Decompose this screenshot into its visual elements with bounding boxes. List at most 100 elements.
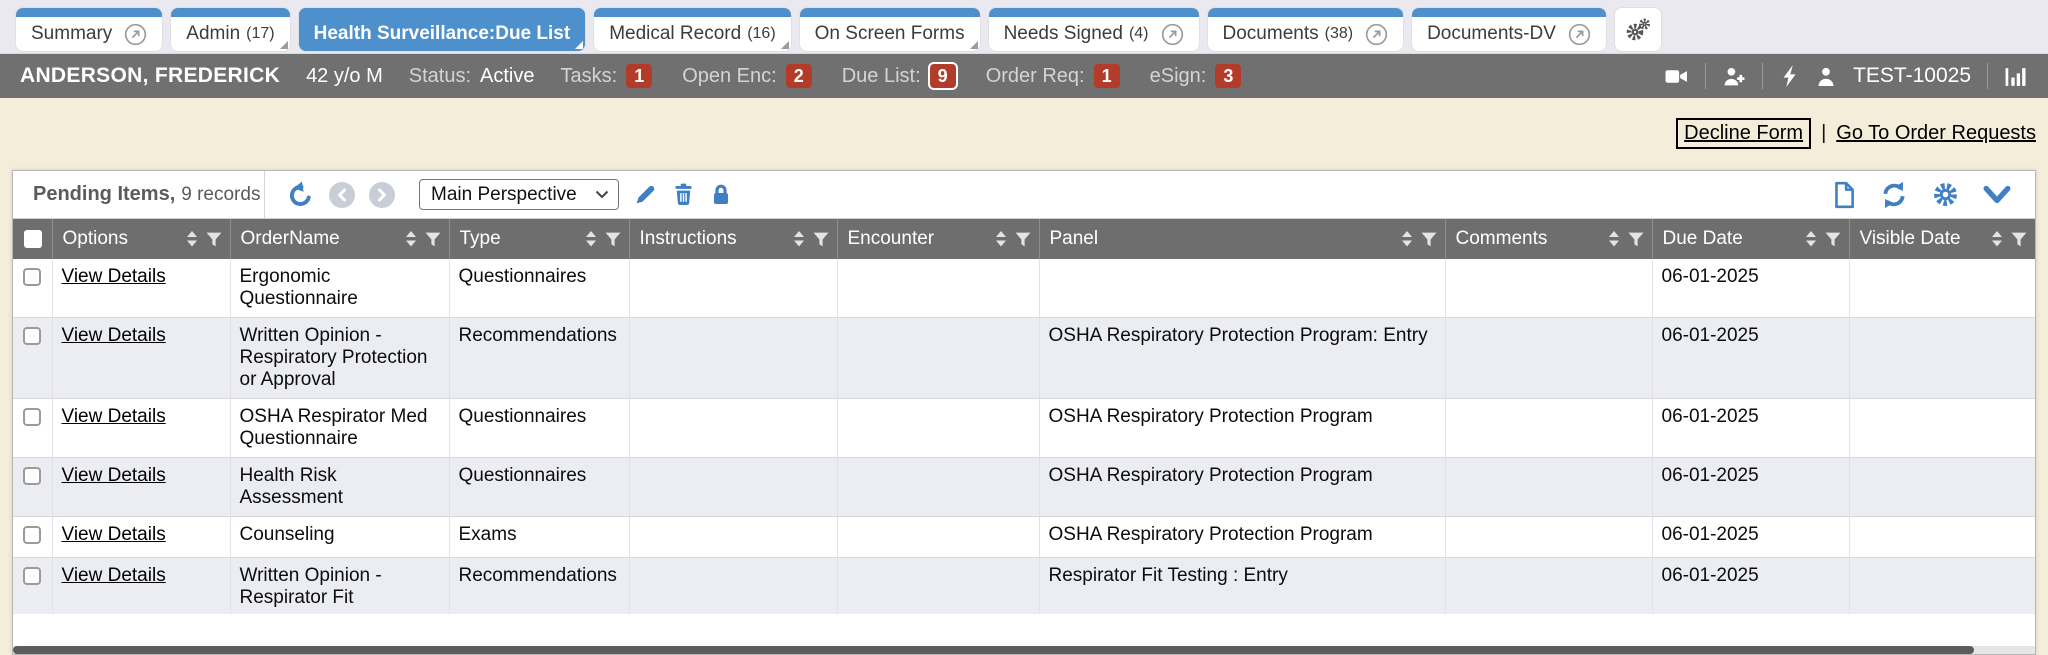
filter-icon[interactable]: [1628, 232, 1644, 247]
filter-icon[interactable]: [425, 232, 441, 247]
table-row: View Details Written Opinion - Respirato…: [13, 318, 2035, 399]
sort-icon[interactable]: [1608, 231, 1620, 247]
sort-icon[interactable]: [585, 231, 597, 247]
next-icon[interactable]: [369, 182, 395, 208]
view-details-link[interactable]: View Details: [62, 325, 166, 346]
new-page-icon[interactable]: [1832, 181, 1856, 209]
panel-cell: OSHA Respiratory Protection Program: [1039, 517, 1445, 558]
patient-counters: Tasks: 1 Open Enc: 2 Due List: 9 Order R…: [561, 64, 1242, 88]
perspective-select[interactable]: Main Perspective: [419, 179, 619, 210]
tab[interactable]: Needs Signed (4): [989, 8, 1199, 51]
chevron-down-icon[interactable]: [1983, 185, 2011, 205]
col-visible-date[interactable]: Visible Date: [1849, 219, 2035, 259]
col-options[interactable]: Options: [52, 219, 230, 259]
view-details-link[interactable]: View Details: [62, 406, 166, 427]
col-instructions[interactable]: Instructions: [629, 219, 837, 259]
sort-icon[interactable]: [1805, 231, 1817, 247]
col-encounter[interactable]: Encounter: [837, 219, 1039, 259]
decline-form-link[interactable]: Decline Form: [1684, 122, 1803, 144]
sort-icon[interactable]: [1991, 231, 2003, 247]
panel-cell: OSHA Respiratory Protection Program: [1039, 458, 1445, 517]
filter-icon[interactable]: [2011, 232, 2027, 247]
filter-icon[interactable]: [1825, 232, 1841, 247]
comments-cell: [1445, 318, 1652, 399]
visible-date-cell: [1849, 259, 2035, 318]
patient-counter[interactable]: Due List: 9: [842, 64, 956, 88]
encounter-cell: [837, 318, 1039, 399]
lock-icon[interactable]: [709, 182, 733, 207]
col-comments[interactable]: Comments: [1445, 219, 1652, 259]
prev-icon[interactable]: [329, 182, 355, 208]
tab[interactable]: On Screen Forms: [800, 8, 980, 51]
patient-counter[interactable]: Tasks: 1: [561, 64, 653, 88]
row-checkbox[interactable]: [23, 327, 41, 345]
row-checkbox[interactable]: [23, 467, 41, 485]
filter-icon[interactable]: [1015, 232, 1031, 247]
tab-settings-button[interactable]: [1615, 8, 1661, 51]
row-checkbox[interactable]: [23, 408, 41, 426]
trash-icon[interactable]: [672, 182, 695, 207]
horizontal-scrollbar-thumb[interactable]: [13, 646, 1974, 654]
pencil-icon[interactable]: [633, 182, 658, 207]
row-checkbox[interactable]: [23, 268, 41, 286]
sort-icon[interactable]: [995, 231, 1007, 247]
bar-chart-icon[interactable]: [2004, 65, 2028, 88]
tab[interactable]: Admin (17): [171, 8, 289, 51]
filter-icon[interactable]: [605, 232, 621, 247]
visible-date-cell: [1849, 517, 2035, 558]
counter-label: Open Enc:: [682, 65, 777, 88]
col-panel[interactable]: Panel: [1039, 219, 1445, 259]
panel-cell: OSHA Respiratory Protection Program: Ent…: [1039, 318, 1445, 399]
go-to-order-requests-link[interactable]: Go To Order Requests: [1836, 122, 2036, 145]
patient-counter[interactable]: Order Req: 1: [986, 64, 1120, 88]
col-type[interactable]: Type: [449, 219, 629, 259]
popout-icon[interactable]: [1161, 23, 1184, 46]
due-date-cell: 06-01-2025: [1652, 517, 1849, 558]
row-checkbox[interactable]: [23, 567, 41, 585]
tab[interactable]: Summary: [16, 8, 162, 51]
tab[interactable]: Documents-DV: [1412, 8, 1606, 51]
popout-icon[interactable]: [124, 23, 147, 46]
tab[interactable]: Health Surveillance:Due List: [299, 8, 586, 51]
lightning-icon[interactable]: [1779, 64, 1799, 88]
col-label: Instructions: [640, 228, 785, 250]
row-checkbox[interactable]: [23, 526, 41, 544]
sort-icon[interactable]: [186, 231, 198, 247]
view-details-link[interactable]: View Details: [62, 524, 166, 545]
sort-icon[interactable]: [793, 231, 805, 247]
col-ordername[interactable]: OrderName: [230, 219, 449, 259]
patient-counter[interactable]: Open Enc: 2: [682, 64, 812, 88]
filter-icon[interactable]: [813, 232, 829, 247]
view-details-link[interactable]: View Details: [62, 266, 166, 287]
popout-icon[interactable]: [1568, 23, 1591, 46]
tab-label: Documents-DV: [1427, 23, 1556, 45]
tab-count: (4): [1129, 25, 1149, 43]
col-label: Type: [460, 228, 577, 250]
popout-icon[interactable]: [1365, 23, 1388, 46]
video-camera-icon[interactable]: [1664, 65, 1689, 88]
person-add-icon[interactable]: [1722, 65, 1746, 88]
col-due-date[interactable]: Due Date: [1652, 219, 1849, 259]
row-select-cell: [13, 517, 52, 558]
patient-status: Status: Active: [409, 65, 535, 88]
view-details-link[interactable]: View Details: [62, 565, 166, 586]
select-all-checkbox[interactable]: [24, 230, 42, 248]
view-details-link[interactable]: View Details: [62, 465, 166, 486]
tab[interactable]: Medical Record (16): [594, 8, 790, 51]
row-select-cell: [13, 399, 52, 458]
tab-top-strip: [594, 8, 790, 17]
person-icon[interactable]: [1815, 65, 1837, 88]
tab-label: Summary: [31, 23, 112, 45]
filter-icon[interactable]: [1421, 232, 1437, 247]
gear-icon[interactable]: [1932, 181, 1959, 208]
tab[interactable]: Documents (38): [1208, 8, 1404, 51]
table-row: View Details Written Opinion - Respirato…: [13, 558, 2035, 615]
refresh-icon[interactable]: [1880, 181, 1908, 209]
filter-icon[interactable]: [206, 232, 222, 247]
col-label: Visible Date: [1860, 228, 1984, 250]
undo-icon[interactable]: [287, 181, 315, 209]
panel-text: OSHA Respiratory Protection Program: [1049, 524, 1373, 545]
sort-icon[interactable]: [1401, 231, 1413, 247]
sort-icon[interactable]: [405, 231, 417, 247]
patient-counter[interactable]: eSign: 3: [1150, 64, 1242, 88]
